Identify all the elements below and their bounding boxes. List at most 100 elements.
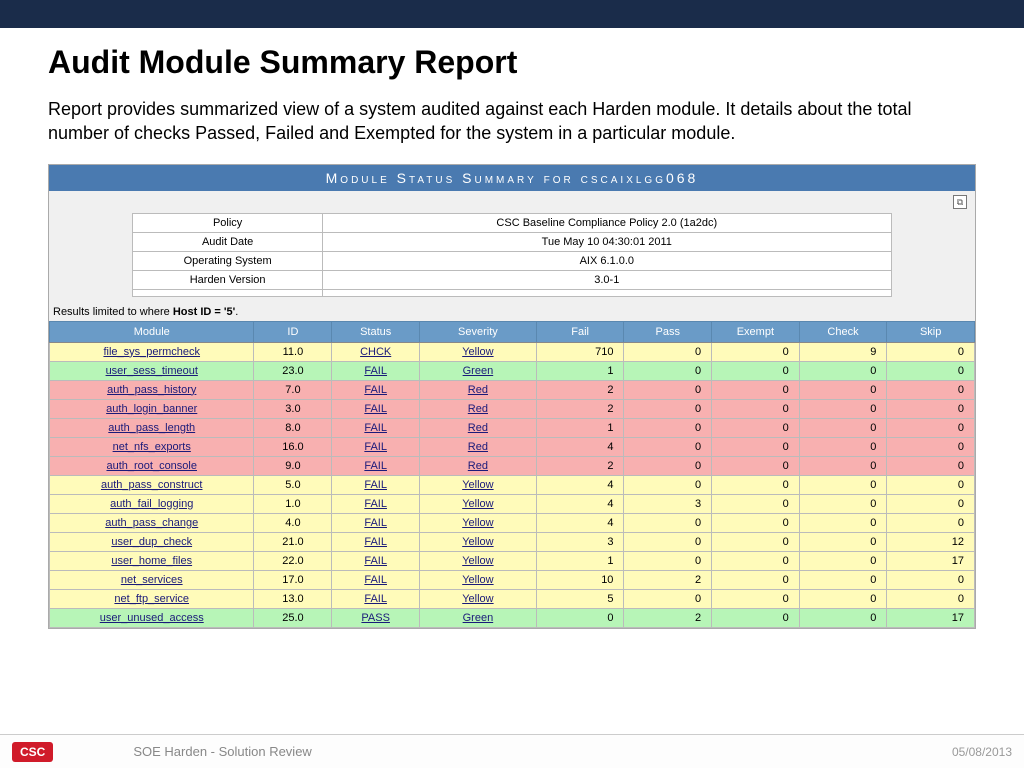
grid-link-cell[interactable]: auth_login_banner (50, 399, 254, 418)
grid-cell: 0 (624, 589, 712, 608)
grid-link-cell[interactable]: Green (419, 608, 536, 627)
grid-cell: 25.0 (254, 608, 332, 627)
grid-link-cell[interactable]: Yellow (419, 532, 536, 551)
grid-link-cell[interactable]: FAIL (332, 456, 420, 475)
grid-link-cell[interactable]: auth_pass_construct (50, 475, 254, 494)
grid-link-cell[interactable]: auth_fail_logging (50, 494, 254, 513)
grid-cell: 0 (712, 437, 800, 456)
grid-header[interactable]: Module (50, 321, 254, 342)
grid-cell: 4 (536, 494, 624, 513)
grid-cell: 17.0 (254, 570, 332, 589)
grid-link-cell[interactable]: FAIL (332, 475, 420, 494)
grid-link-cell[interactable]: Red (419, 380, 536, 399)
grid-header[interactable]: Fail (536, 321, 624, 342)
meta-value: AIX 6.1.0.0 (322, 251, 891, 270)
table-row: user_unused_access25.0PASSGreen020017 (50, 608, 975, 627)
grid-cell: 3 (624, 494, 712, 513)
grid-link-cell[interactable]: auth_root_console (50, 456, 254, 475)
grid-link-cell[interactable]: net_nfs_exports (50, 437, 254, 456)
grid-link-cell[interactable]: Yellow (419, 475, 536, 494)
grid-link-cell[interactable]: Yellow (419, 494, 536, 513)
grid-cell: 0 (624, 380, 712, 399)
table-row: net_services17.0FAILYellow102000 (50, 570, 975, 589)
grid-link-cell[interactable]: FAIL (332, 513, 420, 532)
grid-cell: 1 (536, 361, 624, 380)
grid-link-cell[interactable]: Red (419, 437, 536, 456)
grid-link-cell[interactable]: user_sess_timeout (50, 361, 254, 380)
export-row: ⧉ (49, 191, 975, 213)
grid-link-cell[interactable]: Yellow (419, 551, 536, 570)
grid-link-cell[interactable]: file_sys_permcheck (50, 342, 254, 361)
results-grid: ModuleIDStatusSeverityFailPassExemptChec… (49, 321, 975, 628)
grid-cell: 21.0 (254, 532, 332, 551)
export-icon[interactable]: ⧉ (953, 195, 967, 209)
grid-cell: 2 (536, 399, 624, 418)
grid-link-cell[interactable]: FAIL (332, 418, 420, 437)
grid-link-cell[interactable]: PASS (332, 608, 420, 627)
meta-label (133, 289, 323, 296)
grid-header[interactable]: Pass (624, 321, 712, 342)
grid-link-cell[interactable]: FAIL (332, 399, 420, 418)
grid-link-cell[interactable]: Yellow (419, 342, 536, 361)
grid-link-cell[interactable]: user_home_files (50, 551, 254, 570)
grid-link-cell[interactable]: FAIL (332, 494, 420, 513)
grid-link-cell[interactable]: FAIL (332, 380, 420, 399)
grid-link-cell[interactable]: Red (419, 456, 536, 475)
table-row: user_dup_check21.0FAILYellow300012 (50, 532, 975, 551)
grid-link-cell[interactable]: Yellow (419, 570, 536, 589)
meta-value: 3.0-1 (322, 270, 891, 289)
grid-cell: 4 (536, 513, 624, 532)
grid-cell: 1 (536, 418, 624, 437)
grid-link-cell[interactable]: Yellow (419, 513, 536, 532)
grid-cell: 0 (712, 570, 800, 589)
grid-link-cell[interactable]: Red (419, 418, 536, 437)
grid-link-cell[interactable]: user_dup_check (50, 532, 254, 551)
grid-cell: 17 (887, 608, 975, 627)
page-description: Report provides summarized view of a sys… (48, 97, 976, 146)
grid-cell: 0 (712, 418, 800, 437)
report-frame: Module Status Summary for cscaixlgg068 ⧉… (48, 164, 976, 629)
grid-cell: 0 (712, 380, 800, 399)
grid-link-cell[interactable]: auth_pass_change (50, 513, 254, 532)
grid-cell: 0 (799, 399, 887, 418)
grid-link-cell[interactable]: FAIL (332, 532, 420, 551)
grid-link-cell[interactable]: auth_pass_history (50, 380, 254, 399)
grid-cell: 0 (712, 608, 800, 627)
grid-cell: 2 (624, 608, 712, 627)
grid-link-cell[interactable]: user_unused_access (50, 608, 254, 627)
grid-cell: 0 (624, 418, 712, 437)
grid-header[interactable]: Exempt (712, 321, 800, 342)
grid-header[interactable]: Skip (887, 321, 975, 342)
table-row: net_ftp_service13.0FAILYellow50000 (50, 589, 975, 608)
grid-cell: 1 (536, 551, 624, 570)
grid-link-cell[interactable]: Red (419, 399, 536, 418)
grid-header[interactable]: Severity (419, 321, 536, 342)
table-row: file_sys_permcheck11.0CHCKYellow7100090 (50, 342, 975, 361)
grid-link-cell[interactable]: FAIL (332, 361, 420, 380)
grid-link-cell[interactable]: FAIL (332, 551, 420, 570)
grid-link-cell[interactable]: Green (419, 361, 536, 380)
grid-link-cell[interactable]: net_ftp_service (50, 589, 254, 608)
table-row: auth_login_banner3.0FAILRed20000 (50, 399, 975, 418)
grid-cell: 2 (536, 456, 624, 475)
grid-link-cell[interactable]: auth_pass_length (50, 418, 254, 437)
table-row: auth_pass_length8.0FAILRed10000 (50, 418, 975, 437)
grid-cell: 0 (624, 475, 712, 494)
grid-cell: 0 (624, 361, 712, 380)
grid-cell: 0 (799, 418, 887, 437)
grid-link-cell[interactable]: FAIL (332, 437, 420, 456)
grid-link-cell[interactable]: net_services (50, 570, 254, 589)
grid-cell: 2 (624, 570, 712, 589)
grid-header[interactable]: ID (254, 321, 332, 342)
table-row: auth_root_console9.0FAILRed20000 (50, 456, 975, 475)
meta-label: Policy (133, 213, 323, 232)
grid-cell: 0 (799, 608, 887, 627)
table-row: auth_pass_change4.0FAILYellow40000 (50, 513, 975, 532)
grid-link-cell[interactable]: FAIL (332, 589, 420, 608)
grid-link-cell[interactable]: Yellow (419, 589, 536, 608)
grid-header[interactable]: Check (799, 321, 887, 342)
grid-link-cell[interactable]: FAIL (332, 570, 420, 589)
grid-link-cell[interactable]: CHCK (332, 342, 420, 361)
grid-header[interactable]: Status (332, 321, 420, 342)
grid-cell: 0 (799, 532, 887, 551)
